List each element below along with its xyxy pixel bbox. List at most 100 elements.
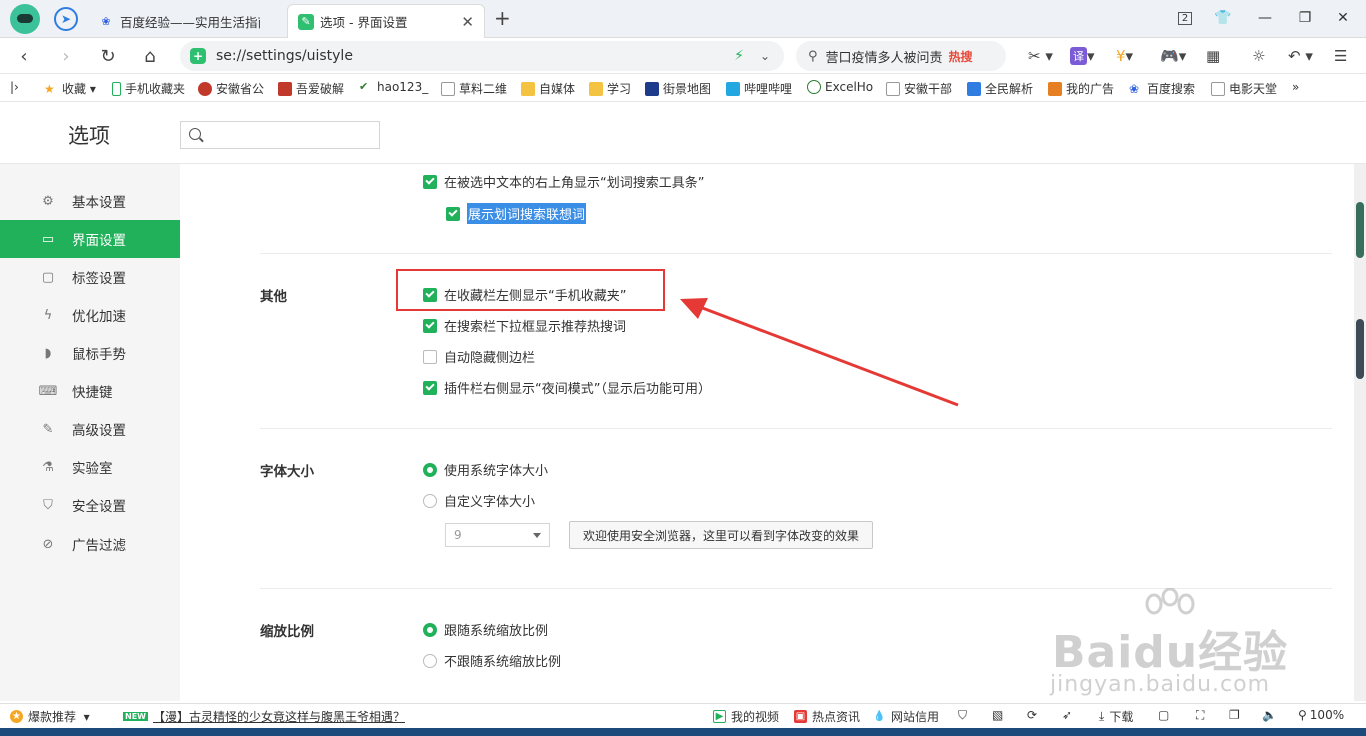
baidu-paw-icon: ❀ — [101, 14, 111, 28]
shield-icon[interactable]: ⛉ — [958, 708, 967, 723]
bookmark-item[interactable]: 吾爱破解 — [278, 80, 344, 97]
sidebar-item-adblock[interactable]: ⊘ 广告过滤 — [0, 525, 180, 563]
volume-icon[interactable]: 🔈 — [1262, 708, 1277, 722]
my-video-link[interactable]: ▶ 我的视频 — [713, 708, 779, 725]
baidu-jingyan-watermark: Baidu经验 jingyan.baidu.com — [1040, 588, 1300, 708]
bookmarks-bar: |› ★ 收藏 ▾ 手机收藏夹 安徽省公 吾爱破解 ✔ hao123_ 草料二维 自… — [0, 74, 1366, 102]
site-credit-link[interactable]: 💧 网站信用 — [873, 708, 939, 725]
image-icon[interactable]: ▧ — [992, 708, 1003, 722]
download-link[interactable]: ⤓ 下载 — [1099, 708, 1133, 725]
mouse-icon: ◗ — [44, 345, 52, 361]
close-window-button[interactable]: ✕ — [1330, 6, 1356, 30]
news-icon: ▣ — [794, 710, 807, 723]
page-title: 选项 — [68, 124, 110, 148]
watermark-url: jingyan.baidu.com — [1050, 672, 1271, 697]
refresh-icon[interactable]: ⟳ — [1027, 708, 1037, 722]
bookmark-item[interactable]: 哔哩哔哩 — [726, 80, 792, 97]
undo-icon[interactable]: ↶ ▾ — [1288, 44, 1313, 68]
bookmark-item[interactable]: 草料二维 — [441, 80, 507, 97]
bookmark-folder[interactable]: 学习 — [589, 80, 631, 97]
search-icon: ⚲ — [808, 48, 818, 64]
scroll-thumb[interactable] — [1356, 319, 1364, 379]
zoom-icon: ⚲ — [1298, 708, 1307, 722]
recommend-link[interactable]: ★ 爆款推荐 ▾ — [10, 708, 90, 725]
wrench-icon: ✎ — [298, 13, 314, 30]
address-bar[interactable]: + se://settings/uistyle ⚡ ⌄ — [180, 41, 784, 71]
gear-icon: ⚙ — [42, 193, 54, 209]
apps-grid-icon[interactable]: ▦ — [1206, 44, 1220, 68]
home-button[interactable]: ⌂ — [138, 44, 162, 68]
search-box[interactable]: ⚲ 营口疫情多人被问责 热搜 — [796, 41, 1006, 71]
sidebar-toggle-icon[interactable]: |› — [10, 80, 19, 94]
watermark-text: Baidu经验 — [1052, 627, 1289, 678]
bookmark-item[interactable]: 街景地图 — [645, 80, 711, 97]
tab-count-badge[interactable]: 2 — [1172, 6, 1198, 30]
new-tab-button[interactable]: + — [494, 6, 511, 30]
game-icon[interactable]: 🎮 ▾ — [1160, 44, 1186, 68]
more-bookmarks-icon[interactable]: » — [1292, 80, 1299, 94]
sidebar-item-advanced[interactable]: ✎ 高级设置 — [0, 410, 180, 448]
sidebar-item-speed[interactable]: ϟ 优化加速 — [0, 296, 180, 334]
bookmark-folder[interactable]: 自媒体 — [521, 80, 575, 97]
hot-news-link[interactable]: ▣ 热点资讯 — [794, 708, 860, 725]
url-text: se://settings/uistyle — [216, 48, 353, 64]
tab-title: 选项 - 界面设置 — [320, 15, 408, 30]
scissors-icon[interactable]: ✂ ▾ — [1028, 44, 1053, 68]
bookmark-item[interactable]: ❀ 百度搜索 — [1129, 80, 1195, 97]
bookmark-item[interactable]: 电影天堂 — [1211, 80, 1277, 97]
restore-button[interactable]: ❐ — [1292, 6, 1318, 30]
security-shield-icon: + — [190, 48, 206, 64]
bookmark-item[interactable]: 全民解析 — [967, 80, 1033, 97]
rocket-icon[interactable]: ➶ — [1062, 708, 1072, 722]
sidebar-item-security[interactable]: ⛉ 安全设置 — [0, 486, 180, 524]
bookmark-item[interactable]: 安徽干部 — [886, 80, 952, 97]
window-icon[interactable]: ▢ — [1158, 708, 1169, 722]
menu-icon[interactable]: ☰ — [1334, 44, 1347, 68]
sidebar-item-mouse[interactable]: ◗ 鼠标手势 — [0, 334, 180, 372]
back-button[interactable]: ‹ — [12, 44, 36, 68]
star-badge-icon: ★ — [10, 710, 23, 723]
bookmark-item[interactable]: ✔ hao123_ — [359, 80, 428, 94]
bookmark-item[interactable]: ★ 收藏 ▾ — [44, 80, 96, 97]
status-bar: ★ 爆款推荐 ▾ NEW 【漫】古灵精怪的少女竟这样与腹黑王爷相遇？ ▶ 我的视频 ▣… — [0, 703, 1366, 728]
sidebar-item-tabs[interactable]: ▢ 标签设置 — [0, 258, 180, 296]
tab-title: 百度经验——实用生活指南 — [120, 14, 260, 30]
scrollbar[interactable] — [1354, 164, 1366, 701]
sidebar-item-lab[interactable]: ⚗ 实验室 — [0, 448, 180, 486]
night-mode-icon[interactable]: ☼ — [1252, 44, 1265, 68]
sidebar-item-basic[interactable]: ⚙ 基本设置 — [0, 182, 180, 220]
bookmark-item[interactable]: 手机收藏夹 — [112, 80, 185, 97]
navigation-bar: ‹ › ↻ ⌂ + se://settings/uistyle ⚡ ⌄ ⚲ 营口… — [0, 38, 1366, 74]
copy-icon[interactable]: ❐ — [1229, 708, 1240, 722]
wrench-icon: ✎ — [42, 421, 54, 437]
bookmark-item[interactable]: 我的广告 — [1048, 80, 1114, 97]
sidebar-item-shortcuts[interactable]: ⌨ 快捷键 — [0, 372, 180, 410]
block-icon: ⊘ — [42, 536, 54, 552]
scroll-thumb[interactable] — [1356, 202, 1364, 258]
zoom-level[interactable]: ⚲ 100% — [1298, 708, 1344, 722]
tab-baidu-jingyan[interactable]: ❀ 百度经验——实用生活指南 — [88, 4, 284, 38]
window-icon: ▭ — [41, 231, 55, 247]
navigation-arrow-icon[interactable]: ➤ — [54, 7, 78, 31]
reload-button[interactable]: ↻ — [96, 44, 120, 68]
translate-icon[interactable]: 译 ▾ — [1070, 44, 1095, 68]
new-badge: NEW — [123, 712, 148, 721]
browser-logo-icon[interactable] — [10, 4, 40, 34]
sidebar-item-ui[interactable]: ▭ 界面设置 — [0, 220, 180, 258]
accelerate-icon[interactable]: ⚡ — [734, 48, 744, 64]
bookmark-item[interactable]: ExcelHo — [807, 80, 873, 94]
dropdown-chevron-icon[interactable]: ⌄ — [760, 49, 770, 63]
tab-bar: ➤ ❀ 百度经验——实用生活指南 ✎ 选项 - 界面设置 ✕ + 2 👕 — ❐… — [0, 0, 1366, 38]
tab-settings[interactable]: ✎ 选项 - 界面设置 ✕ — [287, 4, 485, 38]
forward-button[interactable]: › — [54, 44, 78, 68]
close-tab-icon[interactable]: ✕ — [461, 13, 474, 31]
news-link[interactable]: NEW 【漫】古灵精怪的少女竟这样与腹黑王爷相遇？ — [123, 708, 405, 725]
shield-icon: ⛉ — [43, 497, 53, 513]
bookmark-item[interactable]: 安徽省公 — [198, 80, 264, 97]
settings-search-input[interactable] — [180, 121, 380, 149]
minimize-button[interactable]: — — [1252, 6, 1278, 30]
coupon-icon[interactable]: ¥ ▾ — [1116, 44, 1133, 68]
skin-icon[interactable]: 👕 — [1210, 6, 1236, 30]
flask-icon: ⚗ — [42, 459, 54, 475]
fullscreen-icon[interactable]: ⛶ — [1196, 708, 1204, 723]
